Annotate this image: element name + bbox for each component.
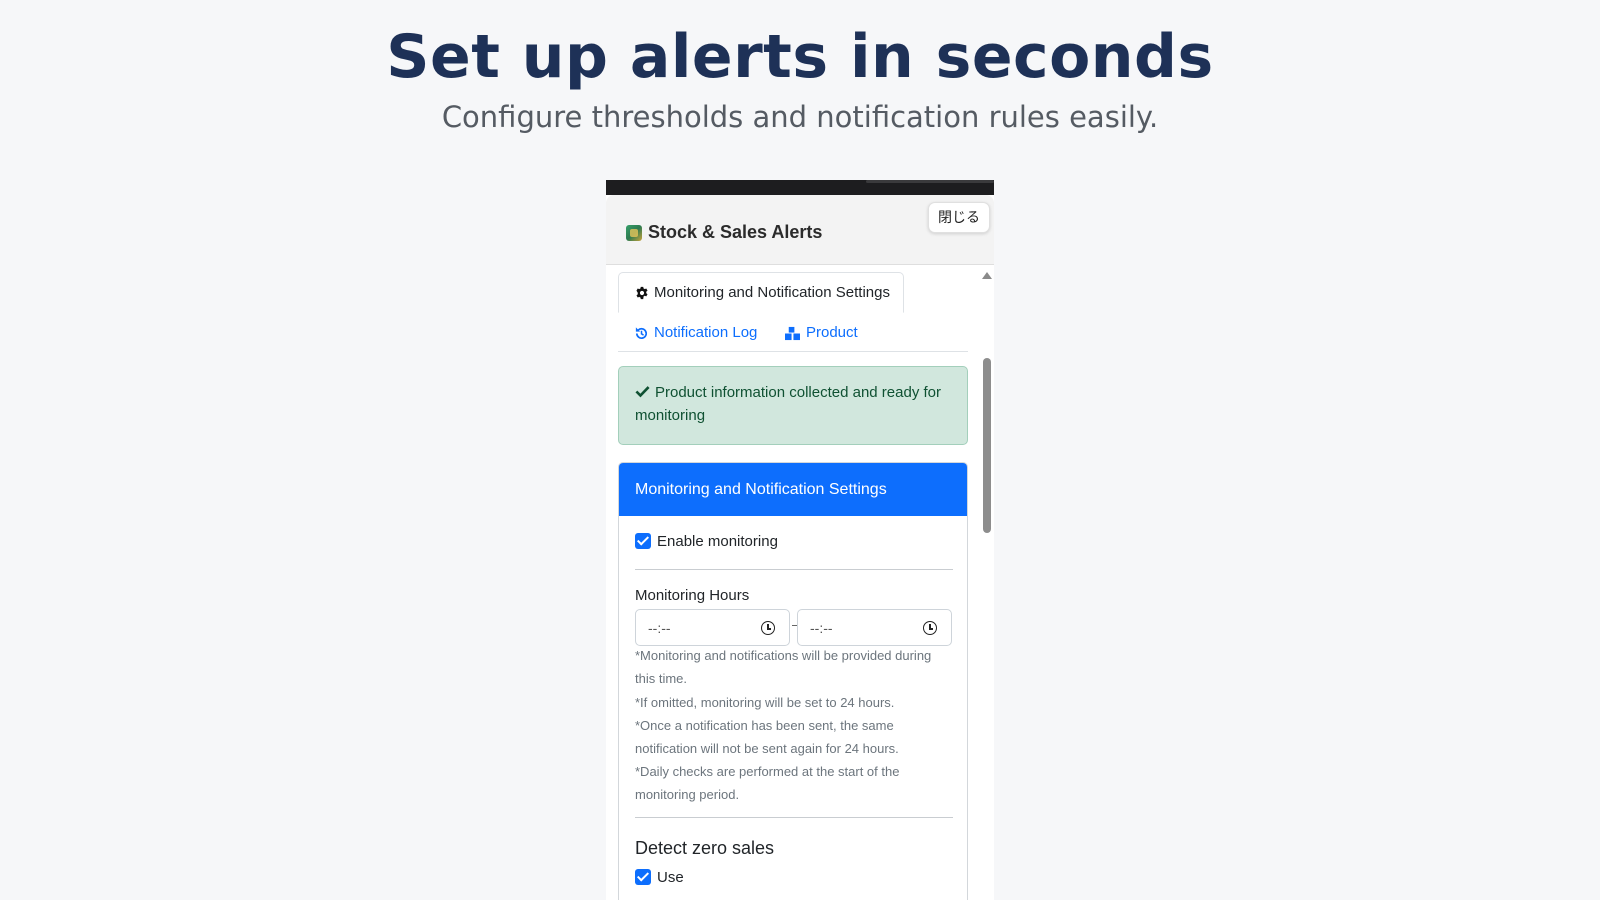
close-button[interactable]: 閉じる bbox=[928, 202, 990, 233]
enable-monitoring-checkbox[interactable] bbox=[635, 532, 651, 549]
hero-title: Set up alerts in seconds bbox=[386, 22, 1214, 92]
gear-icon bbox=[636, 286, 648, 300]
note-1: *Monitoring and notifications will be pr… bbox=[635, 648, 932, 687]
tab-monitoring-settings[interactable]: Monitoring and Notification Settings bbox=[618, 272, 904, 313]
scroll-up-arrow-icon[interactable] bbox=[982, 272, 992, 279]
tab-notification-log[interactable]: Notification Log bbox=[634, 318, 757, 348]
note-2: *If omitted, monitoring will be set to 2… bbox=[635, 695, 895, 710]
tab-notification-log-label: Notification Log bbox=[654, 324, 758, 341]
note-3: *Once a notification has been sent, the … bbox=[635, 718, 899, 757]
tab-monitoring-settings-label: Monitoring and Notification Settings bbox=[654, 284, 890, 301]
check-icon bbox=[635, 386, 650, 398]
start-time-input[interactable]: --:-- bbox=[635, 609, 790, 646]
settings-card-header: Monitoring and Notification Settings bbox=[619, 463, 967, 516]
app-icon bbox=[626, 225, 642, 241]
status-alert: Product information collected and ready … bbox=[618, 366, 968, 445]
tab-bar: Monitoring and Notification Settings Not… bbox=[618, 266, 968, 352]
enable-monitoring-label: Enable monitoring bbox=[657, 533, 778, 550]
zero-sales-title: Detect zero sales bbox=[635, 838, 775, 858]
note-4: *Daily checks are performed at the start… bbox=[635, 764, 900, 803]
extension-panel: Stock & Sales Alerts 閉じる Monitoring and … bbox=[606, 180, 994, 900]
start-time-value: --:-- bbox=[648, 620, 671, 636]
product-icon bbox=[785, 326, 800, 340]
tab-product-label: Product bbox=[806, 324, 858, 341]
monitoring-hours-label: Monitoring Hours bbox=[635, 587, 750, 604]
clock-icon[interactable] bbox=[923, 621, 937, 635]
zero-sales-use-row[interactable]: Use bbox=[635, 868, 684, 886]
window-topbar bbox=[606, 180, 994, 195]
app-title: Stock & Sales Alerts bbox=[648, 222, 823, 242]
topbar-pill bbox=[866, 180, 994, 183]
settings-card: Monitoring and Notification Settings Ena… bbox=[618, 462, 968, 900]
scrollbar-thumb[interactable] bbox=[983, 358, 991, 533]
divider bbox=[635, 817, 953, 818]
zero-sales-use-label: Use bbox=[657, 869, 684, 886]
tab-product[interactable]: Product bbox=[784, 318, 858, 348]
scrollbar[interactable] bbox=[978, 266, 994, 900]
zero-sales-use-checkbox[interactable] bbox=[635, 868, 651, 885]
end-time-value: --:-- bbox=[810, 620, 833, 636]
enable-monitoring-row[interactable]: Enable monitoring bbox=[635, 532, 778, 550]
history-icon bbox=[635, 326, 647, 339]
clock-icon[interactable] bbox=[761, 621, 775, 635]
status-alert-text: Product information collected and ready … bbox=[635, 384, 941, 424]
end-time-input[interactable]: --:-- bbox=[797, 609, 952, 646]
panel-content: Monitoring and Notification Settings Not… bbox=[606, 266, 994, 900]
divider bbox=[635, 569, 953, 570]
hero-subtitle: Configure thresholds and notification ru… bbox=[441, 100, 1159, 134]
